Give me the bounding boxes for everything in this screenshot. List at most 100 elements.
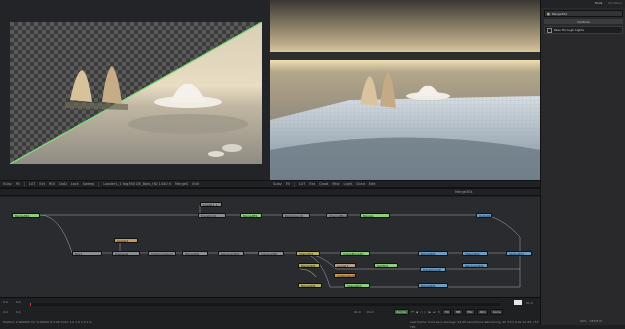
flow-connections [39,205,521,288]
current-time[interactable]: 0.0 [16,300,21,304]
left-toolbar-item-7[interactable]: Sweep [83,182,95,186]
node-shape3d3[interactable]: Shape3D3 [344,283,370,288]
play-reverse-icon[interactable]: ◁ [420,310,422,314]
status-left: Position 1.000000 X/Y 0.20000 Z 0.00 Col… [3,319,92,324]
node-merge3d4[interactable]: Merge3D4 [298,283,322,288]
playhead[interactable] [30,303,31,306]
render-button[interactable]: Render [394,309,409,315]
time-ruler[interactable] [30,303,500,306]
right-toolbar-item-5[interactable]: Mist [332,182,339,186]
step-back-icon[interactable]: ◀ [416,310,418,314]
node-icon: ■ [547,11,550,16]
right-toolbar-item-2[interactable]: LUT [299,182,305,186]
mb-button[interactable]: MB [453,309,463,315]
left-toolbar-item-8: Loader1_1 fog360 DE_Bots_HD 1440 lt [103,182,172,186]
right-viewer[interactable]: Subv Fit LUT Ext Quad Mist Light Grad Ed… [270,0,540,188]
right-viewer-toolbar: Subv Fit LUT Ext Quad Mist Light Grad Ed… [270,180,540,188]
left-toolbar-item-6[interactable]: Lock [71,182,79,186]
node-shape3d2[interactable]: Shape3D2 [462,251,488,256]
range-end-global[interactable]: 91.0 [367,310,374,314]
left-viewer-canvas [10,22,262,164]
left-viewer[interactable]: Subv Fit LUT Ext ROI DoD Lock Sweep Load… [0,0,271,188]
range-current[interactable]: 0.0 [16,310,21,314]
node-merge3d3[interactable]: Merge3D3 [298,263,320,268]
node-name: Merge304 [551,11,567,16]
start-time[interactable]: 0.0 [3,300,8,304]
right-viewer-render [270,0,540,180]
node-header[interactable]: ■ Merge304 [544,10,623,17]
inspector-tabs: Tools Modifiers [541,0,625,8]
range-end[interactable]: 91.0 [354,310,361,314]
left-toolbar-item-9[interactable]: MergeS [175,182,188,186]
node-ambientlight1[interactable]: AmbientLight1 [334,273,356,278]
divider [98,181,100,187]
right-toolbar-item-0[interactable]: Subv [273,182,282,186]
pass-through-lights-checkbox[interactable]: Pass Through Lights [544,26,623,34]
skip-start-icon[interactable]: ⏮ [411,310,414,314]
node-merge3d2[interactable]: Merge3D2 [418,251,448,256]
node-transform3d[interactable]: Transform3D [420,267,446,272]
node-channelbooleans1[interactable]: ChannelBooleans1 [326,213,348,218]
right-toolbar-item-1[interactable]: Fit [286,182,290,186]
node-loader2[interactable]: Loader2 [114,238,138,243]
status-position: Position 1.000000 X/Y 0.20000 Z 0.00 Col… [3,320,92,324]
node-merge3d1[interactable]: Merge3D1 [182,251,208,256]
right-toolbar-item-3[interactable]: Ext [309,182,315,186]
left-image-composite [10,22,262,164]
node-renderer3d1[interactable]: Renderer3D1 [218,251,244,256]
section-label: Controls [577,19,590,24]
right-toolbar-item-8[interactable]: Edit [369,182,376,186]
node-displace1[interactable]: Displace1 [112,251,140,256]
range-fields: 0.0 0.0 [3,310,21,314]
some-button[interactable]: Some [490,309,504,315]
inspector-panel: Tools Modifiers ■ Merge304 Controls Pass… [540,0,625,325]
node-shape3d1[interactable]: Shape3D1 [296,251,320,256]
step-forward-icon[interactable]: ▶ [429,310,431,314]
node-blur1[interactable]: Blur1 [72,251,102,256]
left-toolbar-item-5[interactable]: DoD [59,182,67,186]
hq-button[interactable]: HQ [442,309,452,315]
node-background1[interactable]: Background1 [282,213,310,218]
node-merge1[interactable]: Merge1 [360,213,390,218]
right-toolbar-item-7[interactable]: Grad [356,182,365,186]
node-camera3d1[interactable]: Camera3D1 [258,251,284,256]
memory-usage: 69% - 987/8 M [580,319,602,323]
left-toolbar-item-0[interactable]: Subv [3,182,12,186]
prx-button[interactable]: PRx [464,309,476,315]
node-text3d1[interactable]: Text3D1 [374,263,398,268]
play-icon[interactable]: ▷ [424,310,426,314]
node-spotlight1[interactable]: SpotLight1 [506,251,532,256]
left-toolbar-item-4[interactable]: ROI [49,182,55,186]
node-merge3d5[interactable]: Merge3D5 [418,283,448,288]
node-renderer3d2[interactable]: Renderer3D2 [462,263,488,268]
node-transform1[interactable]: Transform1 [198,213,226,218]
frame-box[interactable] [514,300,522,305]
tab-tools[interactable]: Tools [595,1,602,7]
flow-header: Merge304 [0,188,540,196]
status-right: Last frame: 0.04 secs Average: 24.20 sec… [410,319,540,329]
tab-modifiers[interactable]: Modifiers [608,1,622,7]
node-loader3[interactable]: Loader3 [334,263,356,268]
aprx-button[interactable]: APrx [477,309,489,315]
transport-controls: Render ⏮ ◀ ◁ ▷ ▶ ⏭ ↻ HQ MB PRx APrx Some [394,309,504,315]
node-imageplane3d[interactable]: ImagePlane3D [340,251,370,256]
node-merge[interactable]: Merge304 [12,213,40,218]
flow-editor[interactable]: Merge304 Loader1_1 Transform1 MergeDE1 B… [0,197,540,297]
left-toolbar-item-3[interactable]: Ext [39,182,45,186]
left-toolbar-item-2[interactable]: LUT [29,182,35,186]
node-output1[interactable]: Output1 [476,213,492,218]
left-toolbar-item-1[interactable]: Fit [16,182,20,186]
range-start[interactable]: 0.0 [3,310,8,314]
right-toolbar-item-4[interactable]: Quad [319,182,328,186]
skip-end-icon[interactable]: ⏭ [433,310,436,314]
divider [23,181,25,187]
loop-icon[interactable]: ↻ [438,310,441,314]
checkbox-icon [547,27,552,33]
right-toolbar-item-6[interactable]: Light [344,182,353,186]
frame-field[interactable]: 91.0 [526,300,533,305]
node-colorcorrector1[interactable]: ColorCorrector1 [148,251,176,256]
node-mergede1[interactable]: MergeDE1 [240,213,262,218]
controls-section[interactable]: Controls [544,19,623,24]
left-toolbar-item-10[interactable]: Edit [192,182,199,186]
node-loader1[interactable]: Loader1_1 [200,202,222,207]
